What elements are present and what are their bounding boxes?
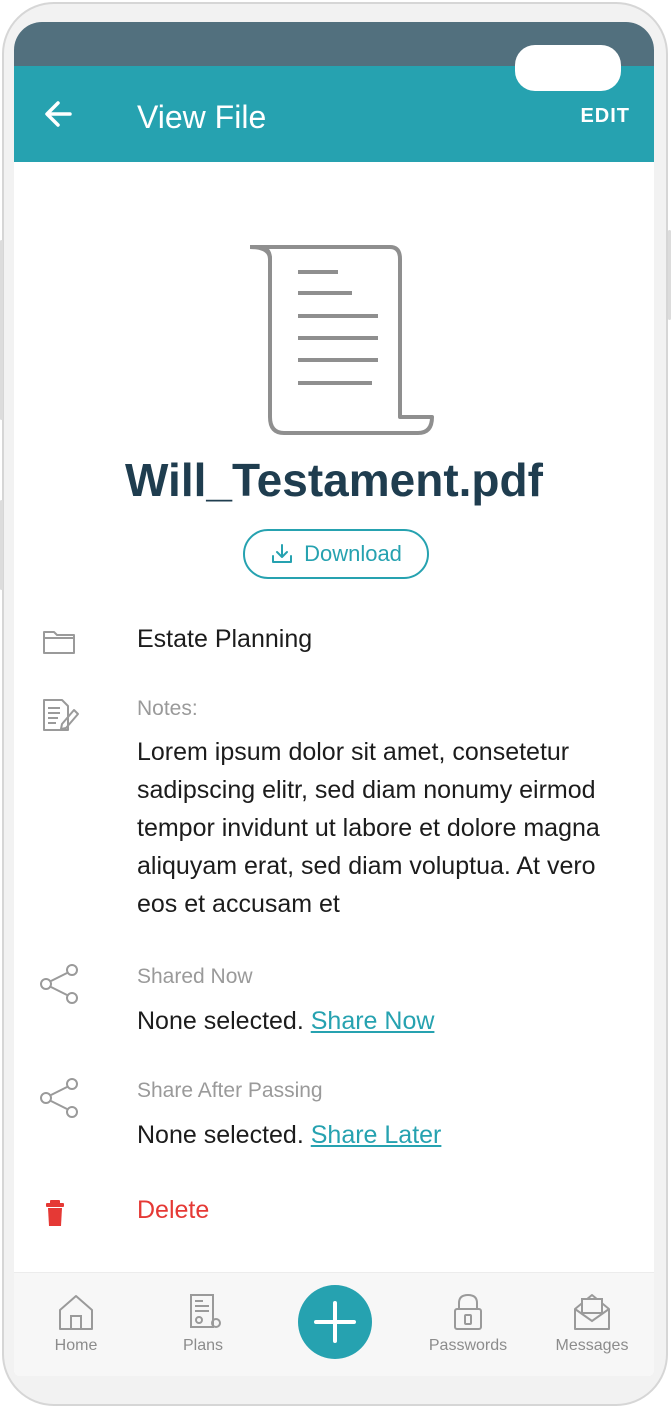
envelope-icon [574,1294,610,1330]
arrow-left-icon [45,101,72,127]
bottom-navigation: Home Plans Passwords Messages [14,1272,654,1376]
share-now-link[interactable]: Share Now [311,1007,435,1035]
share-after-label: Share After Passing [137,1079,323,1102]
shared-now-value: None selected. [137,1007,304,1035]
folder-name: Estate Planning [137,625,313,653]
lock-icon [454,1293,482,1330]
share-icon [40,964,78,1004]
edit-button[interactable]: EDIT [580,105,630,128]
nav-item-passwords[interactable]: Passwords [413,1291,523,1355]
plans-icon [190,1294,221,1328]
nav-label-messages: Messages [555,1337,629,1354]
share-icon [40,1078,78,1118]
nav-item-home[interactable]: Home [21,1291,131,1355]
notes-edit-icon [43,699,79,731]
delete-button[interactable]: Delete [137,1196,209,1225]
plus-icon [314,1301,356,1343]
nav-label-home: Home [54,1337,98,1354]
download-label: Download [304,541,402,566]
share-later-link[interactable]: Share Later [311,1121,442,1149]
share-after-row: None selected. Share Later [137,1121,441,1150]
nav-item-plans[interactable]: Plans [148,1291,258,1355]
back-button[interactable] [40,94,80,134]
folder-icon [43,631,75,654]
shared-now-row: None selected. Share Now [137,1007,434,1036]
file-name: Will_Testament.pdf [125,454,543,506]
side-button [0,500,3,590]
trash-icon[interactable] [38,1192,82,1236]
shared-now-label: Shared Now [137,965,253,988]
nav-label-passwords: Passwords [428,1337,508,1354]
side-button [0,240,3,420]
add-button[interactable] [298,1285,372,1359]
app-screen: View File EDIT Will_Testament.pdf Downlo… [14,22,654,1376]
notes-text: Lorem ipsum dolor sit amet, consetetur s… [137,738,600,918]
nav-label-plans: Plans [182,1337,224,1354]
nav-item-messages[interactable]: Messages [537,1291,647,1355]
download-button[interactable]: Download [243,529,429,579]
download-icon [272,544,293,563]
camera-notch [515,45,621,91]
notes-label: Notes: [137,697,198,720]
home-icon [59,1295,93,1330]
share-after-value: None selected. [137,1121,304,1149]
page-title: View File [137,99,267,135]
document-icon [249,245,434,435]
